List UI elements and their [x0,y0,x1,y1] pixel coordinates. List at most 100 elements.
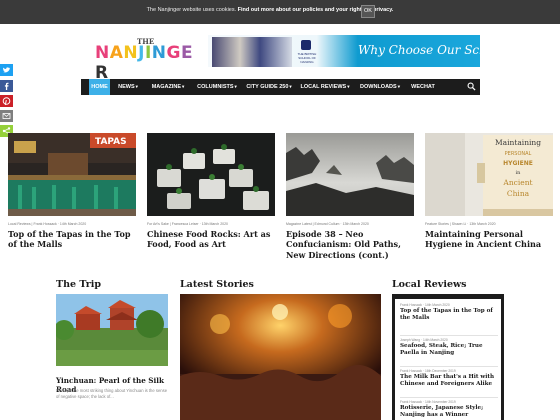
chevron-down-icon: ▾ [347,84,350,89]
banner-tagline: Why Choose Our School? [358,43,480,57]
chevron-down-icon: ▾ [234,84,237,89]
logo-wordmark: NANJINGER [95,43,195,83]
reviews-list: Frank Hossack · 14th March 2020 Top of t… [395,299,501,420]
email-icon [0,110,13,122]
cookie-text: The Nanjinger website uses cookies. [146,7,237,13]
logo-letter: N [151,43,167,63]
local-reviews-panel: Frank Hossack · 14th March 2020 Top of t… [392,294,504,420]
review-date: 14th November 2019 [424,400,456,404]
review-meta: Frank Hossack · 16th December 2019 [400,369,456,373]
site-logo[interactable]: THE NANJINGER [95,37,195,83]
article-title[interactable]: Chinese Food Rocks: Art as Food, Food as… [147,229,277,250]
article-author[interactable]: Edmund Cullum [315,222,340,226]
review-meta: Frank Hossack · 14th November 2019 [400,400,456,404]
trip-image[interactable] [56,294,168,366]
nav-news[interactable]: NEWS▾ [114,79,142,95]
review-author[interactable]: Frank Hossack [400,400,422,404]
share-email[interactable] [0,110,13,122]
divider [400,366,498,367]
article-category[interactable]: Feature Stories [425,222,449,226]
featured-image[interactable]: TAPAS [8,133,136,216]
article-category[interactable]: Magazine Latest [286,222,312,226]
nav-label: WECHAT [411,84,435,90]
review-date: 14th March 2020 [422,338,448,342]
section-title-trip: The Trip [56,279,101,290]
nav-local-reviews[interactable]: LOCAL REVIEWS▾ [298,79,352,95]
review-title[interactable]: Top of the Tapas in the Top of the Malls [400,308,500,322]
featured-image[interactable] [147,133,275,216]
review-author[interactable]: Frank Hossack [400,369,422,373]
school-crest-icon [301,40,311,50]
logo-letter: N [95,43,110,63]
nav-home[interactable]: HOME [89,79,110,95]
image-caption-line: Maintaining [495,138,541,147]
divider [400,397,498,398]
review-item[interactable]: Frank Hossack · 14th March 2020 Top of t… [400,303,500,322]
article-date: 13th March 2020 [469,222,496,226]
main-nav: HOME NEWS▾ MAGAZINE▾ COLUMNISTS▾ CITY GU… [81,79,480,95]
article-category[interactable]: Local Reviews [8,222,31,226]
review-item[interactable]: Frank Hossack · 16th December 2019 The M… [400,369,500,388]
school-banner-ad[interactable]: THE BRITISH SCHOOL OF NANJING Why Choose… [208,35,480,67]
share-facebook[interactable] [0,80,13,92]
search-icon[interactable] [467,82,476,91]
pinterest-icon [0,95,13,107]
cookie-bar: The Nanjinger website uses cookies. Find… [0,0,560,24]
article-author[interactable]: Frank Hossack [33,222,56,226]
article-title[interactable]: Maintaining Personal Hygiene in Ancient … [425,229,555,250]
latest-story-image[interactable] [180,294,381,420]
facebook-icon [0,80,13,92]
banner-school-name: THE BRITISH SCHOOL OF NANJING [297,52,317,64]
nav-label: COLUMNISTS [197,84,234,90]
review-author[interactable]: Joseph Wang [400,338,420,342]
logo-letter: N [123,43,139,63]
article-meta: Feature Stories | Shawn Li · 13th March … [425,222,496,226]
share-twitter[interactable] [0,64,13,76]
nav-label: CITY GUIDE 250 [246,84,289,90]
review-title[interactable]: Rotisserie, Japanese Style; Nanjing has … [400,405,500,419]
article-author[interactable]: Shawn Li [452,222,466,226]
review-date: 16th December 2019 [424,369,456,373]
chevron-down-icon: ▾ [182,84,185,89]
article-category[interactable]: For Art's Sake [147,222,169,226]
nav-label: NEWS [118,84,135,90]
chevron-down-icon: ▾ [397,84,400,89]
logo-letter: G [166,43,181,63]
logo-letter: J [138,43,145,63]
divider [400,335,498,336]
image-caption-line: PERSONAL [505,151,532,157]
nav-magazine[interactable]: MAGAZINE▾ [147,79,189,95]
article-title[interactable]: Top of the Tapas in the Top of the Malls [8,229,138,250]
image-caption-line: China [507,189,530,198]
review-item[interactable]: Joseph Wang · 14th March 2020 Seafood, S… [400,338,500,357]
article-author[interactable]: Francesca Leiser [172,222,199,226]
review-title[interactable]: The Milk Bar that's a Hit with Chinese a… [400,374,500,388]
tapas-sign: TAPAS [95,137,127,147]
featured-image[interactable]: Maintaining PERSONAL HYGIENE in Ancient … [425,133,553,216]
nav-columnists[interactable]: COLUMNISTS▾ [193,79,241,95]
article-meta: For Art's Sake | Francesca Leiser · 13th… [147,222,228,226]
nav-wechat[interactable]: WECHAT [407,79,439,95]
nav-downloads[interactable]: DOWNLOADS▾ [356,79,404,95]
image-caption-line: HYGIENE [503,160,533,167]
logo-letter: I [144,43,152,63]
article-title[interactable]: Episode 38 – Neo Confucianism: Old Paths… [286,229,416,260]
article-meta: Local Reviews | Frank Hossack · 14th Mar… [8,222,87,226]
image-caption-line: in [516,170,522,176]
logo-letter: E [181,43,194,63]
logo-letter: A [109,43,124,63]
cookie-ok-button[interactable]: OK [361,5,375,18]
featured-image[interactable] [286,133,414,216]
share-pinterest[interactable] [0,95,13,107]
article-date: 13th March 2020 [201,222,228,226]
twitter-icon [0,64,13,76]
chevron-down-icon: ▾ [289,84,292,89]
image-caption-line: Ancient [502,178,532,187]
review-title[interactable]: Seafood, Steak, Rice; True Paella in Nan… [400,343,500,357]
article-date: 13th March 2020 [342,222,369,226]
review-author[interactable]: Frank Hossack [400,303,422,307]
nav-city-guide[interactable]: CITY GUIDE 250▾ [244,79,294,95]
nav-label: LOCAL REVIEWS [300,84,347,90]
article-date: 14th March 2020 [59,222,87,226]
review-item[interactable]: Frank Hossack · 14th November 2019 Rotis… [400,400,500,419]
